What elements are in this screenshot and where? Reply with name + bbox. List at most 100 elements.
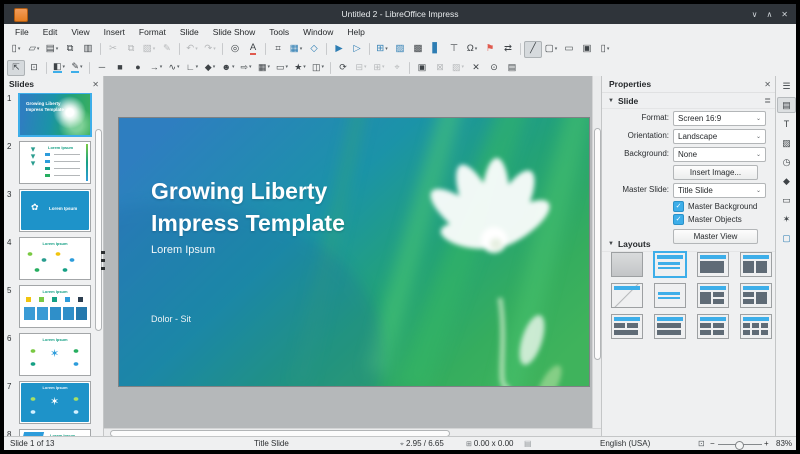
- layout-title-slide[interactable]: [654, 252, 686, 277]
- slide-thumbnail-image[interactable]: Lorem Ipsum: [19, 333, 91, 376]
- format-select[interactable]: Screen 16:9⌄: [673, 111, 766, 126]
- layouts-section-header[interactable]: ▼ Layouts: [602, 236, 776, 252]
- lines-and-arrows[interactable]: →: [147, 60, 165, 76]
- master-objects-checkbox[interactable]: ✓Master Objects: [602, 213, 776, 226]
- layout-blank[interactable]: [611, 252, 643, 277]
- select[interactable]: ⇱: [7, 60, 25, 76]
- scrollbar-thumb[interactable]: [594, 128, 601, 360]
- slide-thumbnail-image[interactable]: Lorem Ipsum: [19, 381, 91, 424]
- tab-shapes[interactable]: ◆: [777, 173, 796, 189]
- crop-image[interactable]: ⊠: [431, 60, 449, 76]
- insert-media[interactable]: ▩: [409, 41, 427, 58]
- zoom-and-pan[interactable]: ⊡: [25, 60, 43, 76]
- menu-item[interactable]: Slide Show: [206, 24, 263, 39]
- separator[interactable]: [100, 43, 101, 55]
- basic-shapes[interactable]: ◆: [201, 60, 219, 76]
- image-filter[interactable]: ▨: [449, 60, 467, 76]
- layout-content-over-content[interactable]: [654, 314, 686, 339]
- slide-subtitle-text[interactable]: Lorem Ipsum: [151, 244, 215, 256]
- separator[interactable]: [369, 43, 370, 55]
- menu-item[interactable]: Slide: [173, 24, 206, 39]
- connectors[interactable]: ∟: [183, 60, 201, 76]
- checkbox-checked-icon[interactable]: ✓: [673, 201, 684, 212]
- glue-points[interactable]: ⊙: [485, 60, 503, 76]
- menu-item[interactable]: Tools: [262, 24, 296, 39]
- layout-two-content-and-content[interactable]: [740, 283, 772, 308]
- start-from-first-slide[interactable]: ▶: [330, 41, 348, 58]
- print[interactable]: ▥: [79, 41, 97, 58]
- slide-thumbnail-6[interactable]: 6Lorem Ipsum: [4, 333, 94, 376]
- slide-thumbnail-4[interactable]: 4Lorem Ipsum: [4, 237, 94, 280]
- display-grid[interactable]: ⌗: [269, 41, 287, 58]
- save[interactable]: ▤: [43, 41, 61, 58]
- export-as-pdf[interactable]: ⧉: [61, 41, 79, 58]
- tab-gallery[interactable]: ▨: [777, 135, 796, 151]
- align-objects[interactable]: ⊟: [352, 60, 370, 76]
- zoom-percentage[interactable]: 83%: [776, 439, 792, 448]
- slide-footer-text[interactable]: Dolor - Sit: [151, 314, 191, 324]
- arrange[interactable]: ⊞: [370, 60, 388, 76]
- close-icon[interactable]: ✕: [92, 80, 99, 89]
- insert-hyperlink[interactable]: ⚑: [481, 41, 499, 58]
- points[interactable]: ✕: [467, 60, 485, 76]
- layout-title-two-content[interactable]: [740, 252, 772, 277]
- slide-thumbnail-5[interactable]: 5Lorem Ipsum: [4, 285, 94, 328]
- flowchart-shapes[interactable]: ▦: [255, 60, 273, 76]
- tab-navigator[interactable]: ◷: [777, 154, 796, 170]
- layout-title-only[interactable]: [611, 283, 643, 308]
- slide-section-header[interactable]: ▼ Slide ≣: [602, 93, 776, 109]
- layout-two-content-over-content[interactable]: [611, 314, 643, 339]
- separator[interactable]: [222, 43, 223, 55]
- layout-centered-text[interactable]: [654, 283, 686, 308]
- show-grid[interactable]: ▤: [503, 60, 521, 76]
- language-status[interactable]: English (USA): [600, 439, 650, 448]
- sidebar-menu[interactable]: ☰: [777, 78, 796, 94]
- separator[interactable]: [46, 62, 47, 74]
- 3d-objects[interactable]: ◫: [309, 60, 327, 76]
- separator[interactable]: [409, 62, 410, 74]
- tab-master-slides[interactable]: ▢: [777, 230, 796, 246]
- copy[interactable]: ⧉: [122, 41, 140, 58]
- insert-header-footer[interactable]: ▣: [578, 41, 596, 58]
- clone-formatting[interactable]: ✎: [158, 41, 176, 58]
- line-color[interactable]: ✎: [68, 60, 86, 76]
- slide-thumbnail-1[interactable]: 1Growing Liberty Impress Template: [4, 93, 94, 136]
- insert-special-character[interactable]: Ω: [463, 41, 481, 58]
- start-from-current-slide[interactable]: ▷: [348, 41, 366, 58]
- new-slide[interactable]: ▯: [596, 41, 614, 58]
- slide-thumbnail-7[interactable]: 7Lorem Ipsum: [4, 381, 94, 424]
- menu-item[interactable]: Help: [340, 24, 371, 39]
- current-slide[interactable]: Growing LibertyImpress Template Lorem Ip…: [118, 117, 590, 387]
- star-shapes[interactable]: ★: [291, 60, 309, 76]
- layout-content-and-two-content[interactable]: [697, 283, 729, 308]
- slide-thumbnail-2[interactable]: 2Lorem Ipsum: [4, 141, 94, 184]
- separator[interactable]: [520, 43, 521, 55]
- block-arrows[interactable]: ⇨: [237, 60, 255, 76]
- separator[interactable]: [265, 43, 266, 55]
- separator[interactable]: [326, 43, 327, 55]
- checkbox-checked-icon[interactable]: ✓: [673, 214, 684, 225]
- menu-item[interactable]: File: [8, 24, 36, 39]
- insert-table[interactable]: ⊞: [373, 41, 391, 58]
- close-icon[interactable]: ✕: [764, 80, 771, 89]
- basic-shapes[interactable]: ▢: [542, 41, 560, 58]
- tab-styles[interactable]: T: [777, 116, 796, 132]
- separator[interactable]: [89, 62, 90, 74]
- maximize-button[interactable]: ∧: [766, 10, 772, 19]
- fill-color[interactable]: ◧: [50, 60, 68, 76]
- layout-six-content[interactable]: [740, 314, 772, 339]
- master-slide-select[interactable]: Title Slide⌄: [673, 183, 766, 198]
- layout-four-content[interactable]: [697, 314, 729, 339]
- insert-text-box[interactable]: ⊤: [445, 41, 463, 58]
- menu-item[interactable]: Window: [296, 24, 340, 39]
- cut[interactable]: ✂: [104, 41, 122, 58]
- zoom-slider-handle[interactable]: [735, 441, 744, 450]
- undo[interactable]: ↶: [183, 41, 201, 58]
- slide-canvas[interactable]: Growing LibertyImpress Template Lorem Ip…: [104, 76, 601, 428]
- separator[interactable]: [330, 62, 331, 74]
- tab-properties[interactable]: ▤: [777, 97, 796, 113]
- slide-thumbnail-image[interactable]: Lorem Ipsum: [19, 189, 91, 232]
- curves-and-polygons[interactable]: ∿: [165, 60, 183, 76]
- insert-image[interactable]: ▨: [391, 41, 409, 58]
- title-bar[interactable]: Untitled 2 - LibreOffice Impress ∨∧✕: [4, 4, 796, 24]
